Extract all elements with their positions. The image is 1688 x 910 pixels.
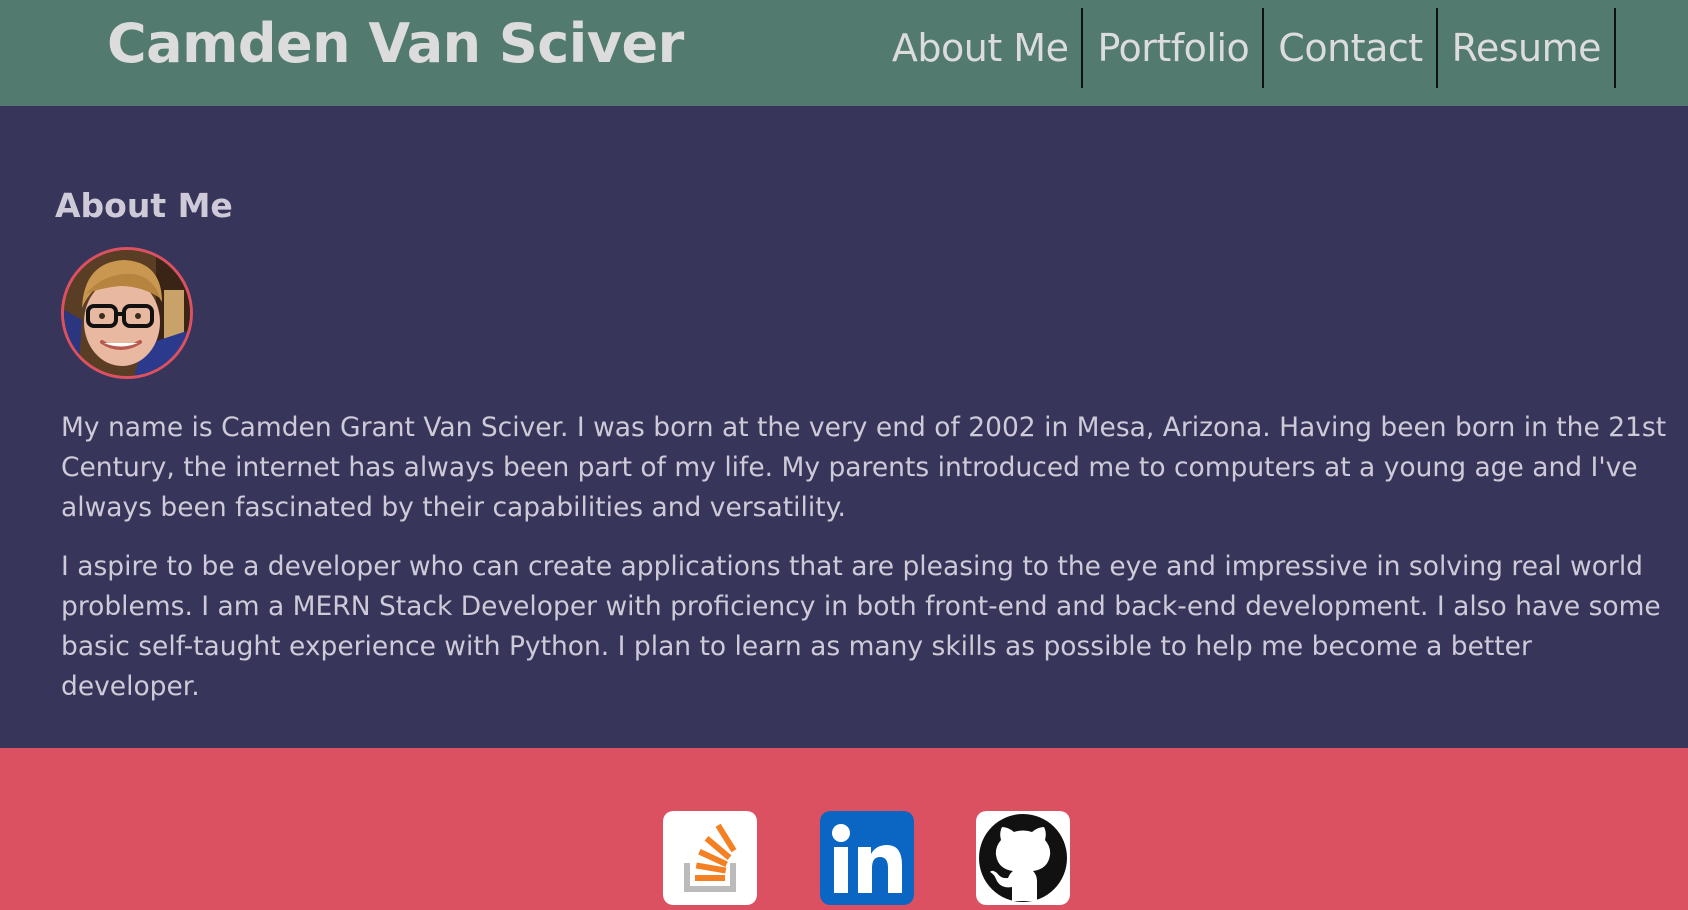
stackoverflow-icon [663,811,757,905]
bio-text: My name is Camden Grant Van Sciver. I wa… [61,408,1671,726]
nav-about-me[interactable]: About Me [878,8,1084,88]
github-icon [976,811,1070,905]
site-footer [0,748,1688,910]
github-link[interactable] [976,811,1070,905]
bio-paragraph-1: My name is Camden Grant Van Sciver. I wa… [61,412,1667,523]
stackoverflow-link[interactable] [663,811,757,905]
bio-paragraph-2: I aspire to be a developer who can creat… [61,551,1661,702]
avatar [61,247,193,379]
nav-resume[interactable]: Resume [1438,8,1616,88]
main-nav: About Me Portfolio Contact Resume [878,8,1616,88]
profile-photo-icon [64,250,190,376]
linkedin-icon [820,811,914,905]
nav-portfolio[interactable]: Portfolio [1083,8,1265,88]
site-header: Camden Van Sciver About Me Portfolio Con… [0,0,1688,106]
linkedin-link[interactable] [820,811,914,905]
about-section: About Me My name is Camden Grant Van Sci… [0,106,1688,748]
site-title[interactable]: Camden Van Sciver [107,12,684,75]
nav-contact[interactable]: Contact [1264,8,1438,88]
section-title: About Me [55,186,233,225]
